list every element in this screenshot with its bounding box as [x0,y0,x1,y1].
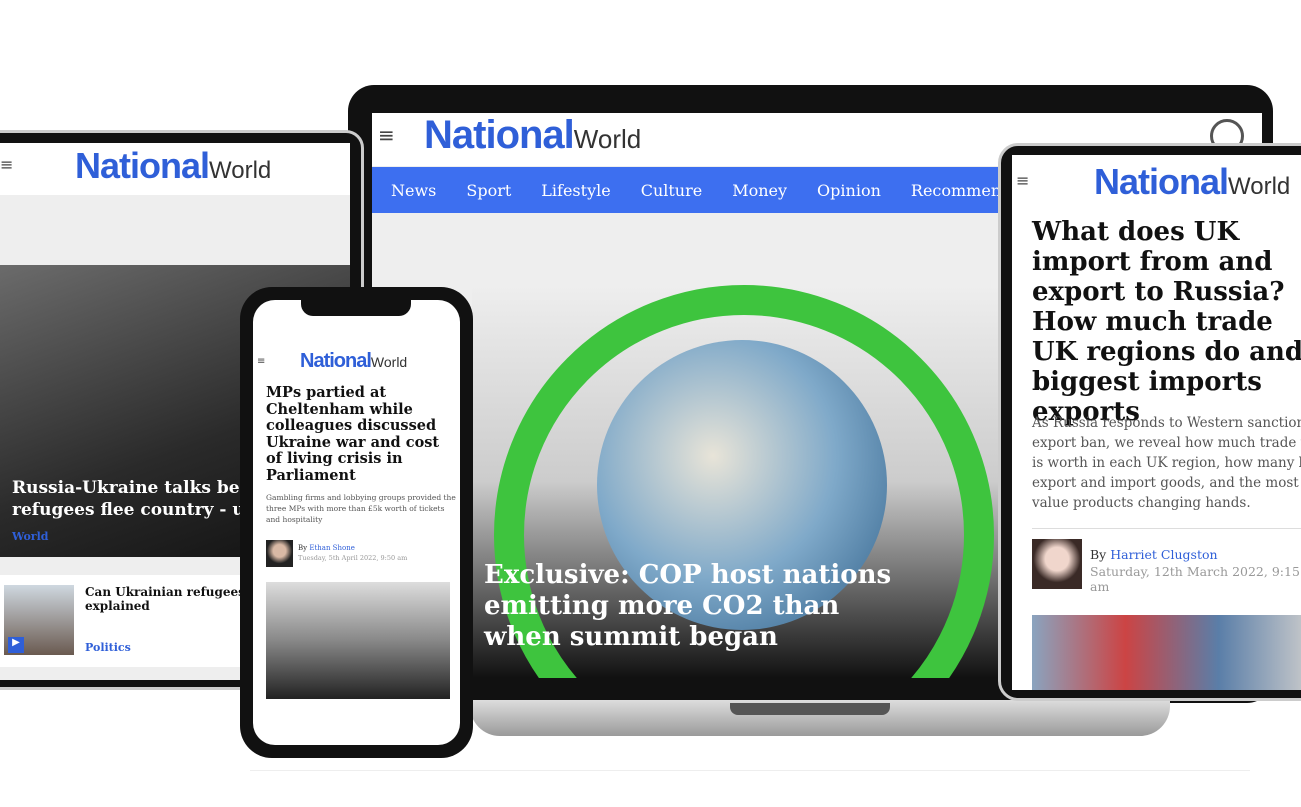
hero-headline[interactable]: Exclusive: COP host nations emitting mor… [484,560,904,653]
article-headline: What does UK import from and export to R… [1032,217,1301,427]
nav-sport[interactable]: Sport [466,181,511,200]
nav-lifestyle[interactable]: Lifestyle [541,181,610,200]
nav-money[interactable]: Money [732,181,787,200]
menu-icon[interactable]: ≡ [378,123,395,147]
article-headline[interactable]: MPs partied at Cheltenham while colleagu… [266,384,451,484]
byline: By Harriet Clugston [1090,547,1218,562]
byline: By Ethan Shone [298,544,355,552]
play-icon[interactable]: ▶ [8,637,24,653]
menu-icon[interactable]: ≡ [257,356,265,367]
menu-icon[interactable]: ≡ [1016,171,1029,190]
author-avatar [1032,539,1082,589]
article-image[interactable] [1032,615,1301,690]
phone-notch [301,300,411,316]
logo[interactable]: NationalWorld [1094,161,1290,203]
nav-news[interactable]: News [391,181,436,200]
laptop-notch [730,703,890,715]
divider [1032,528,1301,529]
logo[interactable]: NationalWorld [300,350,407,373]
article-date: Tuesday, 5th April 2022, 9:50 am [298,554,408,562]
article-summary: As Russia responds to Western sanctions … [1032,415,1301,511]
author-link[interactable]: Harriet Clugston [1110,547,1217,562]
thumbnail: ▶ [4,585,74,655]
article-date: Saturday, 12th March 2022, 9:15 am [1090,564,1300,594]
hero-category[interactable]: World [12,530,48,543]
nav-opinion[interactable]: Opinion [817,181,881,200]
menu-icon[interactable]: ≡ [0,155,13,174]
article-summary: Gambling firms and lobbying groups provi… [266,493,456,524]
author-avatar [266,540,293,567]
floor-line [250,770,1250,771]
nav-culture[interactable]: Culture [641,181,703,200]
right-tablet-screen: ≡ NationalWorld What does UK import from… [1012,155,1301,690]
author-link[interactable]: Ethan Shone [309,544,355,552]
phone-screen: ≡ NationalWorld MPs partied at Cheltenha… [253,300,460,745]
item-category[interactable]: Politics [85,641,131,654]
article-image[interactable] [266,582,450,699]
left-header: ≡ NationalWorld [0,143,350,195]
logo[interactable]: NationalWorld [424,113,641,158]
logo[interactable]: NationalWorld [75,145,271,187]
